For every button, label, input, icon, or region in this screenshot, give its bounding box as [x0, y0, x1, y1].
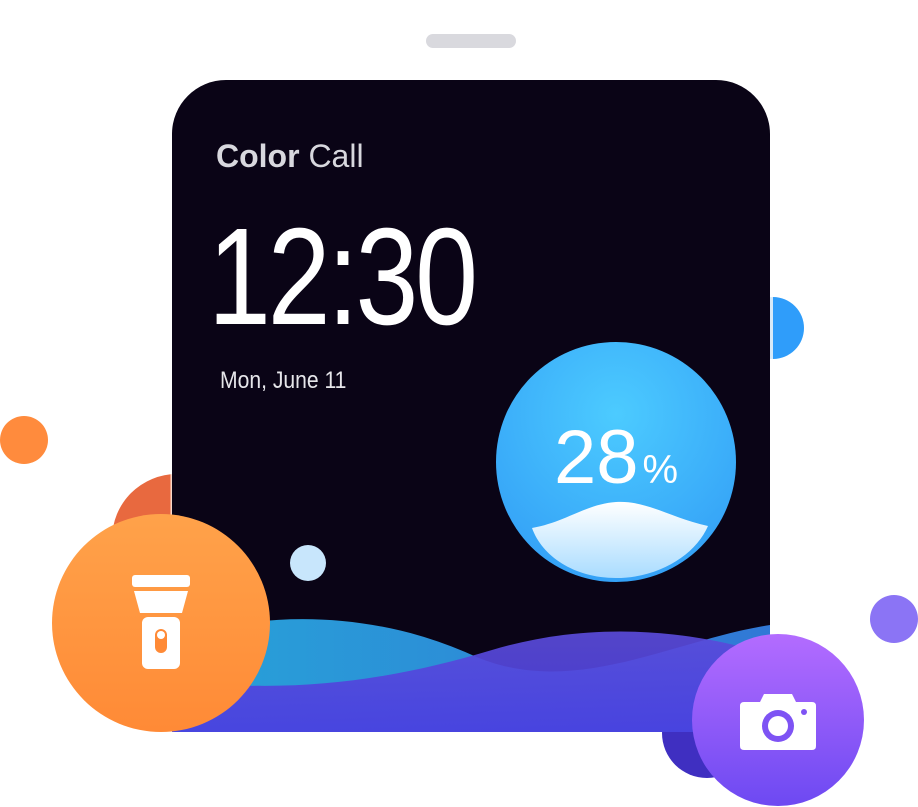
drag-handle[interactable] [426, 34, 516, 48]
battery-percentage: 28% [496, 414, 736, 501]
battery-indicator: 28% [496, 342, 736, 582]
camera-icon [740, 694, 816, 750]
battery-level: 28 [553, 415, 639, 500]
decor-dot-purple [870, 595, 918, 643]
decor-dot-orange [0, 416, 48, 464]
camera-button[interactable] [692, 634, 864, 806]
color-call-promo: Color Call 12:30 Mon, June 11 28 % [0, 0, 918, 807]
flashlight-icon [132, 575, 190, 669]
flashlight-button[interactable] [52, 514, 270, 732]
battery-unit: % [642, 448, 679, 492]
